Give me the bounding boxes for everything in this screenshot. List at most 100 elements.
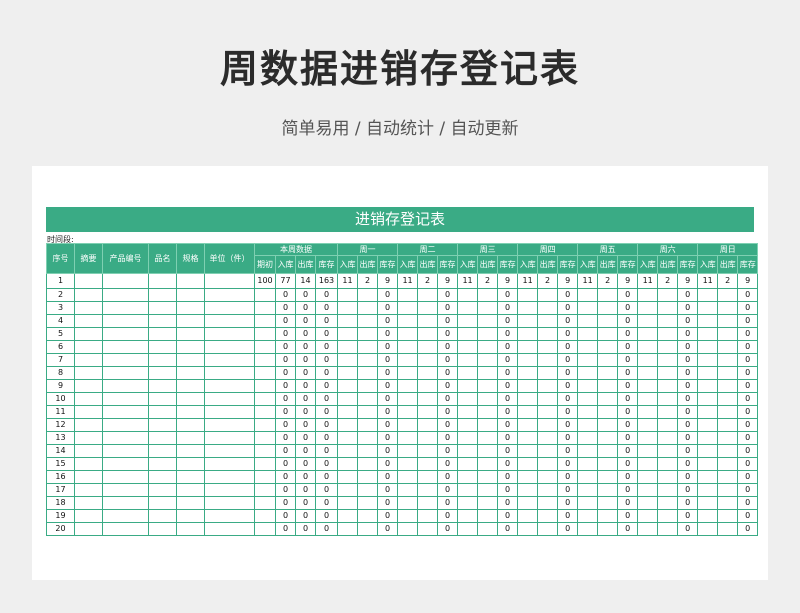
day-stock-cell[interactable]: 0 [617, 301, 639, 315]
week-in-cell[interactable]: 0 [275, 444, 296, 458]
day-in-cell[interactable] [457, 340, 479, 354]
unit-cell[interactable] [204, 327, 255, 341]
day-stock-cell[interactable]: 0 [497, 379, 519, 393]
day-out-cell[interactable] [597, 301, 619, 315]
day-in-cell[interactable] [637, 301, 659, 315]
day-stock-cell[interactable]: 0 [557, 444, 579, 458]
day-out-cell[interactable] [717, 301, 739, 315]
day-out-cell[interactable] [357, 340, 378, 354]
day-out-cell[interactable] [357, 327, 378, 341]
product-code-cell[interactable] [102, 496, 149, 510]
day-in-cell[interactable] [397, 301, 419, 315]
day-in-cell[interactable]: 11 [577, 273, 599, 289]
day-stock-cell[interactable]: 0 [557, 340, 579, 354]
day-in-cell[interactable] [697, 405, 719, 419]
day-in-cell[interactable] [337, 353, 358, 367]
week-opening-cell[interactable] [254, 327, 276, 341]
week-in-cell[interactable]: 0 [275, 392, 296, 406]
unit-cell[interactable] [204, 366, 255, 380]
day-in-cell[interactable] [637, 418, 659, 432]
day-out-cell[interactable] [717, 327, 739, 341]
day-out-cell[interactable] [657, 392, 679, 406]
day-in-cell[interactable] [697, 457, 719, 471]
day-in-cell[interactable]: 11 [517, 273, 539, 289]
day-stock-cell[interactable]: 0 [376, 314, 399, 328]
week-stock-cell[interactable]: 0 [315, 457, 338, 471]
day-out-cell[interactable] [417, 288, 439, 302]
day-out-cell[interactable] [597, 509, 619, 523]
day-stock-cell[interactable]: 0 [376, 379, 399, 393]
week-in-cell[interactable]: 0 [275, 301, 296, 315]
day-in-cell[interactable] [517, 405, 539, 419]
day-stock-cell[interactable]: 0 [497, 522, 519, 536]
day-stock-cell[interactable]: 0 [677, 314, 699, 328]
day-in-cell[interactable] [457, 418, 479, 432]
unit-cell[interactable] [204, 273, 255, 289]
day-in-cell[interactable] [397, 379, 419, 393]
day-out-cell[interactable] [417, 392, 439, 406]
day-out-cell[interactable] [477, 496, 499, 510]
day-stock-cell[interactable]: 0 [437, 418, 459, 432]
day-in-cell[interactable] [517, 366, 539, 380]
day-in-cell[interactable] [397, 496, 419, 510]
week-opening-cell[interactable] [254, 444, 276, 458]
day-in-cell[interactable] [517, 327, 539, 341]
day-in-cell[interactable] [697, 340, 719, 354]
day-stock-cell[interactable]: 0 [737, 496, 759, 510]
day-out-cell[interactable] [657, 366, 679, 380]
day-stock-cell[interactable]: 0 [617, 444, 639, 458]
unit-cell[interactable] [204, 379, 255, 393]
day-stock-cell[interactable]: 0 [617, 353, 639, 367]
day-out-cell[interactable] [657, 379, 679, 393]
day-out-cell[interactable] [417, 470, 439, 484]
spec-cell[interactable] [176, 327, 205, 341]
day-out-cell[interactable] [597, 379, 619, 393]
day-out-cell[interactable] [357, 405, 378, 419]
day-stock-cell[interactable]: 0 [677, 405, 699, 419]
unit-cell[interactable] [204, 353, 255, 367]
day-out-cell[interactable] [417, 431, 439, 445]
day-in-cell[interactable] [457, 288, 479, 302]
product-name-cell[interactable] [148, 392, 177, 406]
day-out-cell[interactable] [657, 418, 679, 432]
day-stock-cell[interactable]: 0 [617, 392, 639, 406]
week-out-cell[interactable]: 14 [295, 273, 316, 289]
day-stock-cell[interactable]: 0 [617, 457, 639, 471]
day-out-cell[interactable]: 2 [657, 273, 679, 289]
product-name-cell[interactable] [148, 288, 177, 302]
day-stock-cell[interactable]: 0 [677, 457, 699, 471]
day-out-cell[interactable] [357, 366, 378, 380]
day-out-cell[interactable] [597, 314, 619, 328]
product-name-cell[interactable] [148, 483, 177, 497]
week-in-cell[interactable]: 0 [275, 353, 296, 367]
product-code-cell[interactable] [102, 470, 149, 484]
day-out-cell[interactable] [657, 314, 679, 328]
day-stock-cell[interactable]: 0 [677, 366, 699, 380]
day-out-cell[interactable] [357, 314, 378, 328]
day-stock-cell[interactable]: 0 [617, 496, 639, 510]
summary-cell[interactable] [74, 288, 103, 302]
day-out-cell[interactable] [717, 418, 739, 432]
day-in-cell[interactable] [337, 327, 358, 341]
day-out-cell[interactable] [477, 431, 499, 445]
week-in-cell[interactable]: 0 [275, 314, 296, 328]
day-stock-cell[interactable]: 0 [737, 314, 759, 328]
day-in-cell[interactable] [337, 301, 358, 315]
day-stock-cell[interactable]: 0 [737, 327, 759, 341]
week-out-cell[interactable]: 0 [295, 496, 316, 510]
day-in-cell[interactable] [457, 444, 479, 458]
summary-cell[interactable] [74, 444, 103, 458]
day-out-cell[interactable] [597, 392, 619, 406]
day-stock-cell[interactable]: 0 [617, 379, 639, 393]
day-in-cell[interactable] [337, 340, 358, 354]
week-stock-cell[interactable]: 0 [315, 327, 338, 341]
week-opening-cell[interactable] [254, 340, 276, 354]
day-out-cell[interactable] [477, 405, 499, 419]
day-in-cell[interactable] [517, 496, 539, 510]
day-out-cell[interactable] [537, 470, 559, 484]
day-stock-cell[interactable]: 0 [376, 301, 399, 315]
day-stock-cell[interactable]: 0 [737, 483, 759, 497]
week-out-cell[interactable]: 0 [295, 392, 316, 406]
day-in-cell[interactable] [577, 431, 599, 445]
day-in-cell[interactable] [457, 301, 479, 315]
